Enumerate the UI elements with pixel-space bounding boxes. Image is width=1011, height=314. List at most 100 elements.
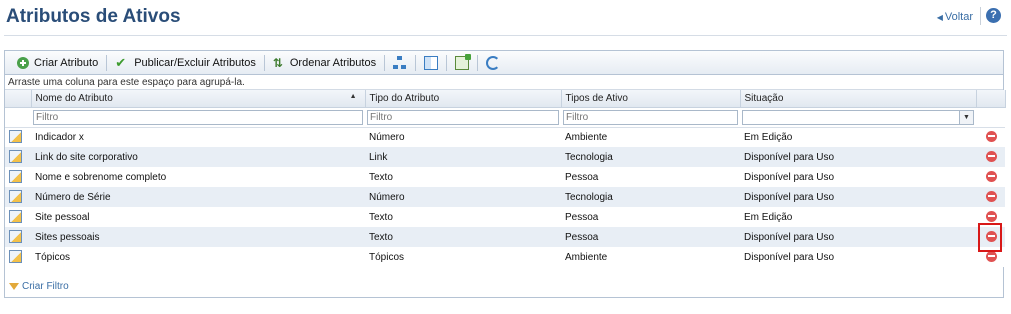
row-icon-cell: [5, 187, 31, 207]
attribute-type-cell: Texto: [365, 167, 561, 187]
column-header-icon: [5, 90, 32, 108]
table-row[interactable]: Nome e sobrenome completo Texto Pessoa Disp…: [5, 167, 1005, 187]
row-icon-cell: [5, 167, 31, 187]
publish-delete-attributes-button[interactable]: ✔ Publicar/Excluir Atributos: [107, 54, 264, 72]
edit-document-icon[interactable]: [9, 130, 22, 144]
remove-icon[interactable]: [986, 211, 997, 222]
attributes-grid-panel: Criar Atributo ✔ Publicar/Excluir Atribu…: [4, 50, 1006, 298]
edit-document-icon[interactable]: [9, 150, 22, 163]
filter-type-input[interactable]: [367, 109, 559, 125]
back-arrow-icon: ◀: [936, 13, 943, 22]
page-header: Atributos de Ativos ◀ Voltar ?: [4, 0, 1007, 36]
asset-type-cell: Ambiente: [561, 247, 740, 267]
table-row[interactable]: Sites pessoais Texto Pessoa Disponível para…: [5, 227, 1005, 247]
sort-icon: ⇅: [272, 55, 283, 70]
column-header-name[interactable]: Nome do Atributo ▲: [31, 90, 366, 108]
attribute-type-cell: Texto: [365, 227, 561, 247]
publish-delete-label: Publicar/Excluir Atributos: [134, 56, 256, 69]
add-icon: [17, 56, 29, 69]
attribute-type-cell: Link: [365, 147, 561, 167]
chevron-down-icon[interactable]: ▼: [959, 110, 973, 124]
table-row[interactable]: Link do site corporativo Link Tecnologia Di…: [5, 147, 1005, 167]
asset-type-cell: Ambiente: [561, 127, 740, 147]
attribute-type-cell: Texto: [365, 207, 561, 227]
remove-cell: [976, 167, 1005, 187]
asset-type-cell: Tecnologia: [561, 187, 740, 207]
refresh-button[interactable]: [478, 54, 508, 72]
export-button[interactable]: [447, 53, 477, 72]
remove-icon[interactable]: [986, 151, 997, 162]
attribute-name-cell: Site pessoal: [31, 207, 365, 227]
attribute-name-cell: Sites pessoais: [31, 227, 365, 247]
status-cell: Disponível para Uso: [740, 167, 976, 187]
attribute-name-cell: Link do site corporativo: [31, 147, 365, 167]
edit-document-icon[interactable]: [9, 190, 22, 203]
edit-document-icon[interactable]: [9, 210, 22, 223]
export-icon: [455, 53, 472, 70]
filter-cell-empty: [976, 107, 1005, 128]
status-cell: Em Edição: [740, 207, 976, 227]
column-header-asset-types[interactable]: Tipos de Ativo: [561, 90, 741, 108]
asset-type-cell: Tecnologia: [561, 147, 740, 167]
row-icon-cell: [5, 127, 31, 147]
highlight-box: [978, 223, 1002, 252]
remove-cell: [976, 127, 1005, 147]
back-link-label: Voltar: [944, 11, 973, 23]
remove-cell: [976, 147, 1005, 167]
refresh-icon: [486, 55, 501, 70]
hierarchy-button[interactable]: [385, 54, 415, 72]
attributes-table: Nome do Atributo ▲ Tipo do Atributo Tipos…: [5, 90, 1006, 267]
attribute-type-cell: Número: [365, 127, 561, 147]
order-attributes-button[interactable]: ⇅ Ordenar Atributos: [265, 54, 384, 72]
filter-asset-input[interactable]: [563, 109, 738, 125]
edit-document-icon[interactable]: [9, 170, 22, 183]
columns-button[interactable]: [416, 54, 446, 72]
remove-icon[interactable]: [986, 191, 997, 202]
row-icon-cell: [5, 247, 31, 267]
row-icon-cell: [5, 147, 31, 167]
help-icon[interactable]: ?: [986, 8, 1001, 23]
filter-cell-empty: [5, 107, 31, 128]
attribute-type-cell: Tópicos: [365, 247, 561, 267]
sort-ascending-icon: ▲: [349, 93, 357, 100]
order-attributes-label: Ordenar Atributos: [289, 56, 377, 69]
table-body: Indicador x Número Ambiente Em Edição Link d…: [5, 127, 1005, 267]
remove-icon[interactable]: [986, 131, 997, 143]
asset-type-cell: Pessoa: [561, 207, 740, 227]
column-header-actions: [976, 90, 1006, 108]
filter-cell-status: ▼: [740, 107, 976, 128]
create-attribute-button[interactable]: Criar Atributo: [9, 54, 106, 72]
status-cell: Disponível para Uso: [740, 247, 976, 267]
remove-icon[interactable]: [986, 251, 997, 262]
column-header-name-label: Nome do Atributo: [35, 92, 113, 104]
hierarchy-icon: [393, 55, 407, 70]
edit-document-icon[interactable]: [9, 230, 22, 243]
back-link[interactable]: ◀ Voltar: [937, 11, 973, 23]
filter-name-input[interactable]: [33, 109, 363, 125]
filter-status-select[interactable]: ▼: [742, 109, 974, 125]
remove-icon[interactable]: [986, 171, 997, 182]
column-header-type[interactable]: Tipo do Atributo: [365, 90, 562, 108]
funnel-icon: [9, 283, 19, 290]
grid-toolbar: Criar Atributo ✔ Publicar/Excluir Atribu…: [5, 51, 1003, 75]
table-row[interactable]: Indicador x Número Ambiente Em Edição: [5, 127, 1005, 147]
status-cell: Em Edição: [740, 127, 976, 147]
create-filter-link[interactable]: Criar Filtro: [9, 281, 69, 292]
create-filter-label: Criar Filtro: [22, 281, 69, 292]
attribute-name-cell: Nome e sobrenome completo: [31, 167, 365, 187]
row-icon-cell: [5, 227, 31, 247]
attribute-name-cell: Indicador x: [31, 127, 365, 147]
attribute-type-cell: Número: [365, 187, 561, 207]
column-header-status[interactable]: Situação: [740, 90, 977, 108]
asset-type-cell: Pessoa: [561, 227, 740, 247]
filter-cell-name: [31, 107, 365, 128]
edit-document-icon[interactable]: [9, 250, 22, 263]
table-row[interactable]: Tópicos Tópicos Ambiente Disponível para Us…: [5, 247, 1005, 267]
table-row[interactable]: Número de Série Número Tecnologia Disponíve…: [5, 187, 1005, 207]
header-divider: [980, 7, 981, 25]
row-icon-cell: [5, 207, 31, 227]
table-row[interactable]: Site pessoal Texto Pessoa Em Edição: [5, 207, 1005, 227]
page-title: Atributos de Ativos: [6, 6, 181, 27]
attribute-name-cell: Tópicos: [31, 247, 365, 267]
group-drop-zone[interactable]: Arraste uma coluna para este espaço para…: [5, 75, 1003, 90]
